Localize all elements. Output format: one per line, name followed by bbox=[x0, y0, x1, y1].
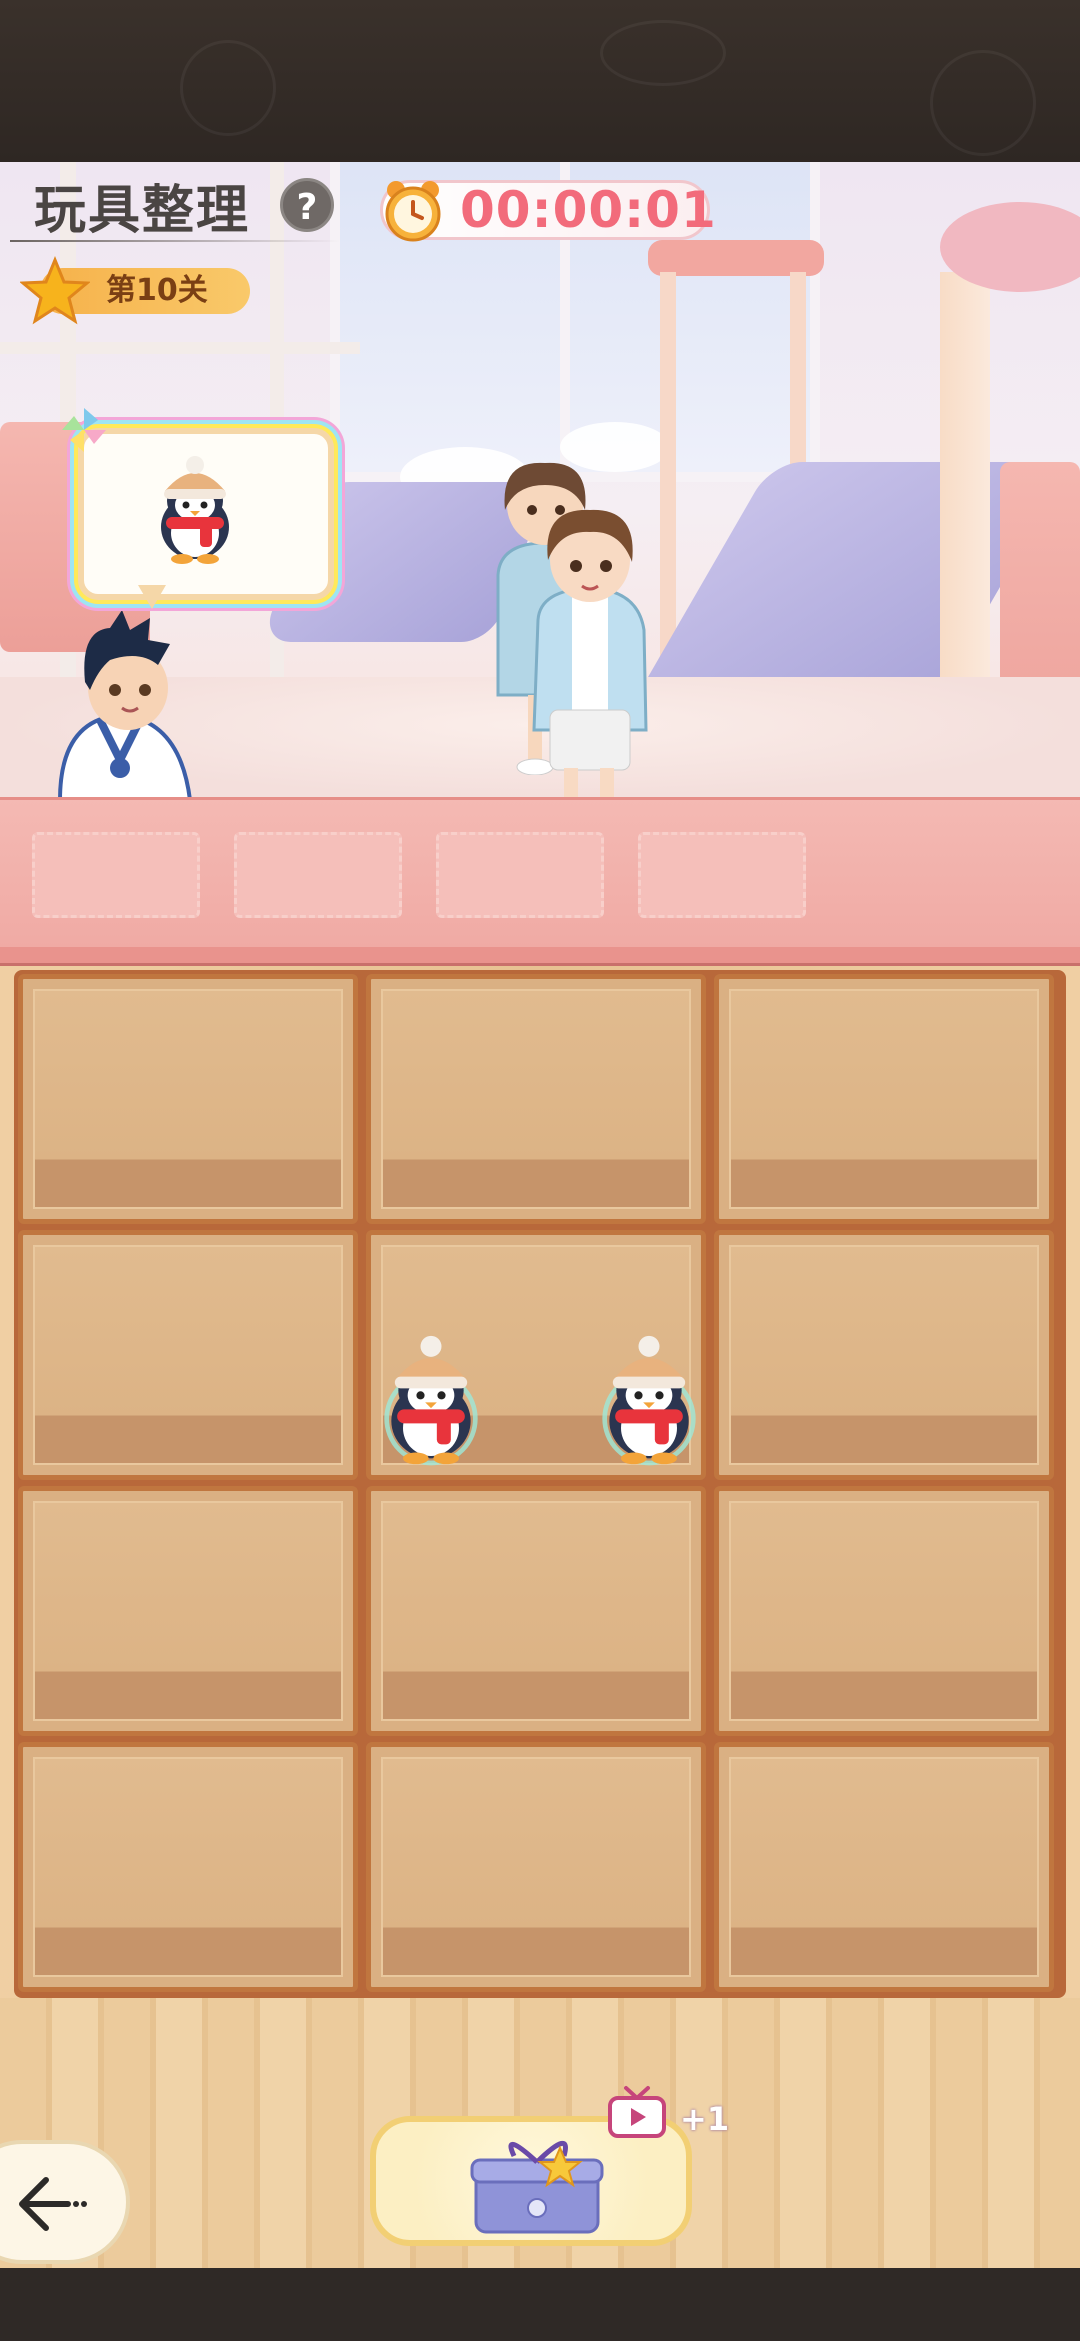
pinwheel-icon bbox=[62, 408, 106, 452]
alarm-clock-icon bbox=[385, 181, 441, 242]
tray-slot bbox=[234, 832, 402, 918]
gift-box-icon bbox=[470, 2141, 604, 2234]
shelf-cell[interactable] bbox=[714, 1742, 1054, 1992]
shelf-cell[interactable] bbox=[18, 1230, 358, 1480]
shelf-cell[interactable] bbox=[18, 1486, 358, 1736]
shelf-cell[interactable] bbox=[714, 974, 1054, 1224]
penguin-toy[interactable] bbox=[378, 1330, 484, 1470]
shelf-cell[interactable] bbox=[714, 1230, 1054, 1480]
bubble-tail bbox=[138, 585, 166, 609]
tower-roof bbox=[648, 240, 824, 276]
reward-count: +1 bbox=[680, 2100, 730, 2138]
shelf-cell[interactable] bbox=[366, 1486, 706, 1736]
top-bar bbox=[0, 0, 1080, 162]
tv-ad-icon bbox=[608, 2086, 666, 2138]
rail bbox=[0, 342, 360, 354]
help-button[interactable]: ? bbox=[280, 178, 334, 232]
boy-character bbox=[57, 610, 193, 800]
penguin-toy bbox=[161, 456, 229, 564]
tower-pole bbox=[660, 272, 676, 692]
star-icon bbox=[20, 256, 90, 325]
kid-character bbox=[532, 509, 648, 798]
level-label: 第10关 bbox=[106, 273, 208, 308]
shelf-cell[interactable] bbox=[366, 1742, 706, 1992]
tray-edge bbox=[0, 947, 1080, 966]
back-button[interactable] bbox=[0, 2140, 130, 2264]
bg-doodle bbox=[180, 40, 276, 136]
shelf-cell[interactable] bbox=[18, 974, 358, 1224]
shelf-cell[interactable] bbox=[18, 1742, 358, 1992]
bg-doodle bbox=[600, 20, 726, 86]
game-title: 玩具整理 bbox=[34, 181, 251, 241]
penguin-toy[interactable] bbox=[596, 1330, 702, 1470]
shelf-cell[interactable] bbox=[714, 1486, 1054, 1736]
bottom-bar bbox=[0, 2268, 1080, 2341]
tray-slot bbox=[436, 832, 604, 918]
timer-text: 00:00:01 bbox=[460, 181, 717, 239]
tray-slot bbox=[32, 832, 200, 918]
question-mark-icon: ? bbox=[296, 187, 318, 228]
shelf-cell[interactable] bbox=[366, 974, 706, 1224]
arrow-left-icon bbox=[19, 2177, 87, 2231]
tray-slot bbox=[638, 832, 806, 918]
bg-doodle bbox=[930, 50, 1036, 156]
title-divider bbox=[10, 240, 340, 242]
